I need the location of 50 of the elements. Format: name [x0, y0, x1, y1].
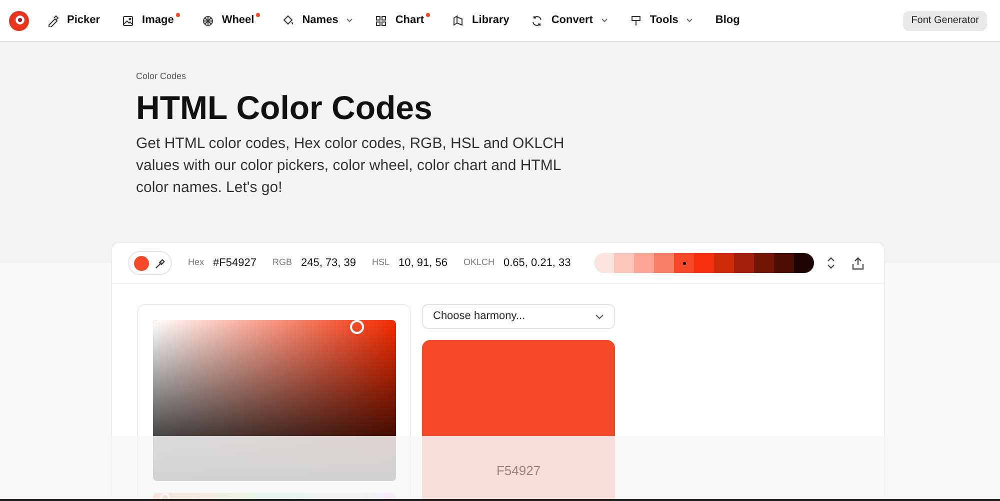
expand-icon[interactable]	[826, 256, 836, 270]
shade-swatch[interactable]	[654, 253, 674, 273]
nav-link[interactable]: Names	[282, 12, 354, 29]
color-value: 245, 73, 39	[300, 256, 356, 271]
paint-bucket-icon	[282, 14, 294, 26]
eyedropper-icon[interactable]	[155, 258, 166, 268]
page-title: HTML Color Codes	[136, 88, 434, 128]
shade-swatch[interactable]	[754, 253, 774, 273]
shade-swatch[interactable]	[674, 253, 694, 273]
share-icon[interactable]	[852, 256, 864, 270]
intro-text: Get HTML color codes, Hex color codes, RGB, HSL and OKLCH values with our color pickers, color wheel, color chart and HTML color names. Let's go!	[136, 134, 566, 198]
harmony-dropdown[interactable]: Choose harmony...	[422, 304, 615, 329]
shade-swatch[interactable]	[594, 253, 614, 273]
shade-swatch[interactable]	[734, 253, 754, 273]
book-icon	[452, 14, 464, 26]
nav-link[interactable]: Image	[122, 12, 180, 29]
nav-link[interactable]: Chart	[375, 12, 430, 29]
color-value: 0.65, 0.21, 33	[504, 256, 571, 271]
nav-link[interactable]: Wheel	[202, 12, 260, 29]
pen-icon	[47, 14, 59, 26]
value-label: Hex	[188, 256, 204, 270]
value-label: RGB	[272, 256, 292, 270]
shade-swatch[interactable]	[774, 253, 794, 273]
color-swatch	[134, 256, 149, 270]
color-value: 10, 91, 56	[398, 256, 448, 271]
logo-icon[interactable]	[9, 10, 29, 30]
nav-link[interactable]: Blog	[715, 12, 740, 29]
wheel-icon	[202, 14, 214, 26]
hex-label: F54927	[496, 462, 541, 480]
nav-link[interactable]: Picker	[47, 12, 100, 29]
breadcrumb: Color Codes	[136, 70, 188, 83]
grid-icon	[375, 14, 388, 26]
refresh-icon	[531, 14, 544, 26]
nav-link[interactable]: Convert	[531, 12, 608, 29]
chevron-down-icon	[595, 314, 604, 320]
brush-icon	[630, 14, 642, 26]
shade-swatch[interactable]	[614, 253, 634, 273]
shade-swatch[interactable]	[794, 253, 814, 273]
color-picker-pill[interactable]	[128, 251, 172, 275]
shade-swatch[interactable]	[634, 253, 654, 273]
nav-link[interactable]: Tools	[630, 12, 694, 29]
font-generator-button[interactable]: Font Generator	[903, 10, 987, 30]
shade-swatch[interactable]	[694, 253, 714, 273]
value-label: HSL	[372, 256, 390, 270]
picker-handle[interactable]	[350, 320, 364, 334]
shade-swatch[interactable]	[714, 253, 734, 273]
color-value: #F54927	[213, 256, 256, 271]
value-label: OKLCH	[463, 256, 494, 270]
nav-link[interactable]: Library	[452, 12, 510, 29]
image-icon	[122, 14, 134, 26]
